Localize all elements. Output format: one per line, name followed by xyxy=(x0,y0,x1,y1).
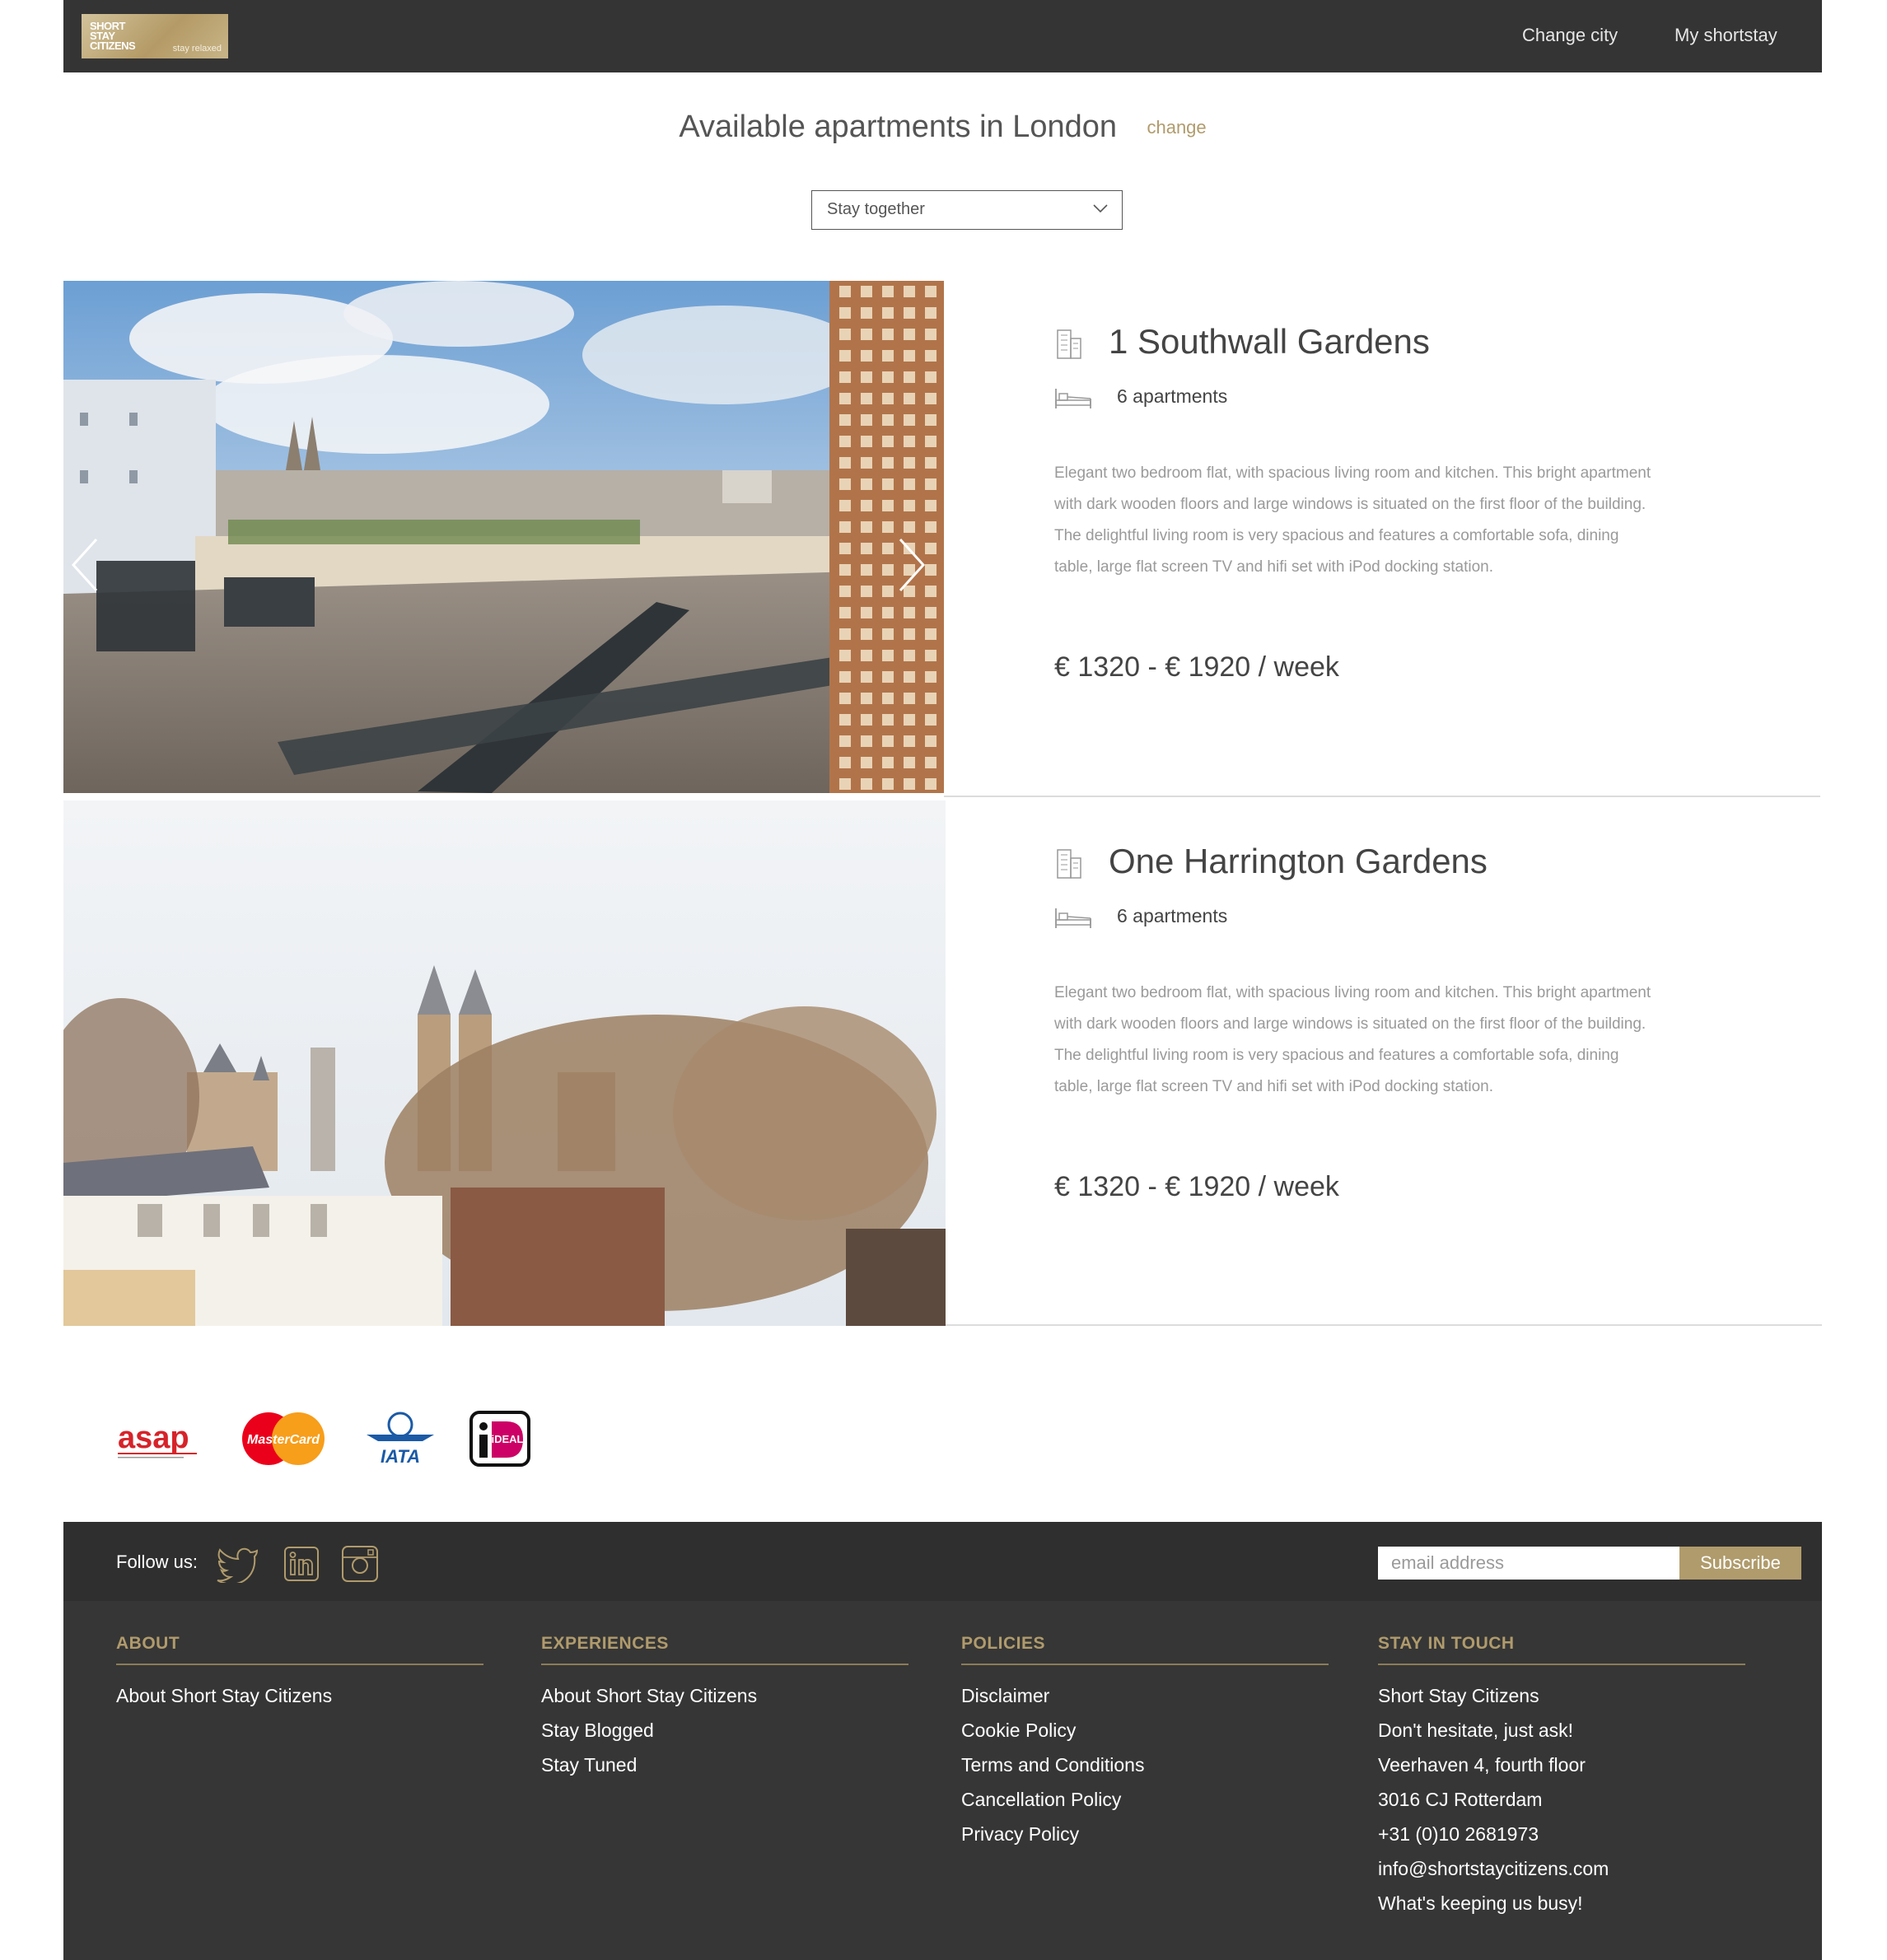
site-logo[interactable]: SHORT STAY CITIZENS stay relaxed xyxy=(82,14,228,58)
mastercard-logo: MasterCard xyxy=(242,1412,325,1465)
listing-description: Elegant two bedroom flat, with spacious … xyxy=(1054,984,1651,1095)
footer-link[interactable]: About Short Stay Citizens xyxy=(116,1678,483,1713)
listing-price: € 1320 - € 1920 / week xyxy=(1054,651,1339,683)
asap-logo-text: asap xyxy=(118,1421,189,1455)
page-title: Available apartments in London xyxy=(679,110,1118,144)
footer-link[interactable]: Disclaimer xyxy=(961,1678,1329,1713)
ideal-logo-text: iDEAL xyxy=(492,1433,524,1445)
contact-postcode: 3016 CJ Rotterdam xyxy=(1378,1789,1543,1810)
listing-price: € 1320 - € 1920 / week xyxy=(1054,1171,1339,1202)
instagram-icon[interactable] xyxy=(341,1545,379,1583)
asap-logo: asap xyxy=(118,1421,197,1458)
logo-tagline: stay relaxed xyxy=(172,44,222,54)
footer-column-policies: POLICIES Disclaimer Cookie Policy Terms … xyxy=(961,1634,1329,1851)
footer-column-experiences: EXPERIENCES About Short Stay Citizens St… xyxy=(541,1634,908,1782)
footer-link[interactable]: Cookie Policy xyxy=(961,1713,1329,1748)
stay-type-selected: Stay together xyxy=(827,200,925,218)
contact-company-name: Short Stay Citizens xyxy=(1378,1685,1539,1706)
apartment-count: 6 apartments xyxy=(1117,905,1228,926)
my-shortstay-link[interactable]: My shortstay xyxy=(1674,25,1777,46)
listing-card[interactable]: 1 Southwall Gardens 6 apartments Elegant… xyxy=(63,281,1822,796)
contact-phone[interactable]: +31 (0)10 2681973 xyxy=(1378,1817,1745,1851)
listing-description: Elegant two bedroom flat, with spacious … xyxy=(1054,464,1651,576)
listing-divider xyxy=(946,1324,1822,1326)
bed-icon xyxy=(1055,389,1091,408)
mastercard-logo-text: MasterCard xyxy=(247,1433,320,1447)
contact-address: Veerhaven 4, fourth floor xyxy=(1378,1754,1586,1776)
newsletter-email-input[interactable] xyxy=(1378,1547,1679,1580)
footer-link[interactable]: Stay Tuned xyxy=(541,1748,908,1782)
change-city-link[interactable]: Change city xyxy=(1522,25,1618,46)
listing-photo-terrace[interactable] xyxy=(63,281,944,793)
footer-link[interactable]: Cancellation Policy xyxy=(961,1782,1329,1817)
site-footer: Follow us: Subscribe ABOUT About Short xyxy=(63,1522,1822,1960)
change-city-inline-link[interactable]: change xyxy=(1147,117,1206,138)
page-heading: Available apartments in London change xyxy=(63,110,1822,145)
contact-email[interactable]: info@shortstaycitizens.com xyxy=(1378,1851,1745,1886)
follow-bar: Follow us: Subscribe xyxy=(63,1522,1822,1601)
building-icon xyxy=(1057,849,1081,879)
listing-photo-skyline[interactable] xyxy=(63,800,946,1326)
listing-card[interactable]: One Harrington Gardens 6 apartments Eleg… xyxy=(63,800,1822,1328)
footer-column-title: EXPERIENCES xyxy=(541,1634,908,1665)
chevron-left-icon[interactable] xyxy=(68,536,101,594)
footer-link[interactable]: Stay Blogged xyxy=(541,1713,908,1748)
logo-words: SHORT STAY CITIZENS xyxy=(90,20,136,52)
iata-logo-text: IATA xyxy=(381,1446,420,1467)
footer-column-title: ABOUT xyxy=(116,1634,483,1665)
iata-logo: IATA xyxy=(367,1412,434,1467)
bed-icon xyxy=(1055,908,1091,928)
linkedin-icon[interactable] xyxy=(283,1545,320,1583)
footer-column-title: POLICIES xyxy=(961,1634,1329,1665)
building-icon xyxy=(1057,329,1081,359)
footer-link[interactable]: Privacy Policy xyxy=(961,1817,1329,1851)
footer-link[interactable]: About Short Stay Citizens xyxy=(541,1678,908,1713)
footer-link[interactable]: Terms and Conditions xyxy=(961,1748,1329,1782)
subscribe-button[interactable]: Subscribe xyxy=(1679,1547,1801,1580)
follow-label: Follow us: xyxy=(116,1552,199,1572)
footer-column-stay-in-touch: STAY IN TOUCH Short Stay Citizens Don't … xyxy=(1378,1634,1745,1920)
chevron-right-icon[interactable] xyxy=(895,536,928,594)
top-navbar: SHORT STAY CITIZENS stay relaxed Change … xyxy=(63,0,1822,72)
twitter-icon[interactable] xyxy=(216,1545,260,1583)
listing-title[interactable]: 1 Southwall Gardens xyxy=(1109,322,1430,362)
stay-type-select[interactable]: Stay together xyxy=(811,190,1123,230)
chevron-down-icon xyxy=(1093,204,1108,213)
footer-column-about: ABOUT About Short Stay Citizens xyxy=(116,1634,483,1713)
footer-column-title: STAY IN TOUCH xyxy=(1378,1634,1745,1665)
contact-ask-link[interactable]: Don't hesitate, just ask! xyxy=(1378,1713,1745,1748)
listing-divider xyxy=(944,796,1820,797)
apartment-count: 6 apartments xyxy=(1117,385,1228,407)
ideal-logo: iDEAL xyxy=(469,1411,530,1467)
contact-busy-link[interactable]: What's keeping us busy! xyxy=(1378,1886,1745,1920)
listing-title[interactable]: One Harrington Gardens xyxy=(1109,842,1488,881)
